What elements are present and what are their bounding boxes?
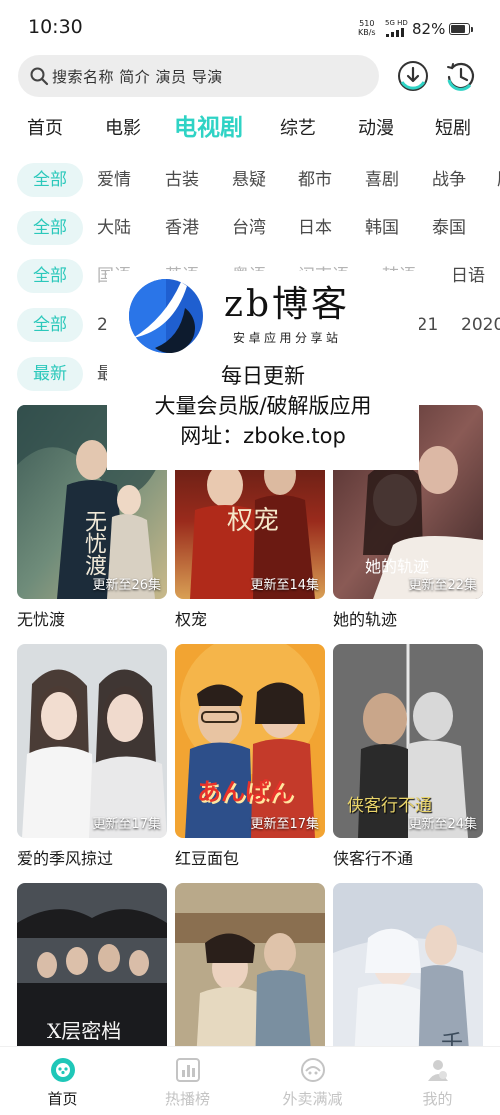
watermark-brand: zb博客 (224, 284, 351, 325)
search-placeholder: 搜索名称 简介 演员 导演 (52, 68, 223, 86)
tab-short-drama[interactable]: 短剧 (435, 114, 471, 140)
show-card[interactable]: 更新至17集 爱的季风掠过 (17, 644, 167, 869)
gamepad-icon (51, 1058, 75, 1082)
filter-chip[interactable]: 2020 (461, 308, 500, 342)
filter-chip[interactable]: 战争 (432, 163, 466, 197)
filter-chip[interactable]: 泰国 (432, 211, 466, 245)
filter-chip[interactable]: 爱情 (97, 163, 131, 197)
tab-home[interactable]: 首页 (27, 114, 63, 140)
poster-image: 更新至17集 (17, 644, 167, 838)
tab-anime[interactable]: 动漫 (358, 114, 394, 140)
battery-icon (449, 23, 470, 35)
nav-label: 首页 (47, 1090, 78, 1108)
status-time: 10:30 (28, 16, 83, 38)
search-input[interactable]: 搜索名称 简介 演员 导演 (18, 55, 379, 97)
show-title: 权宠 (175, 610, 208, 629)
show-title: 红豆面包 (175, 849, 240, 868)
episode-badge: 更新至17集 (250, 817, 319, 832)
episode-badge: 更新至17集 (92, 817, 161, 832)
watermark-line: 大量会员版/破解版应用 (154, 394, 372, 418)
history-icon[interactable] (444, 59, 478, 93)
episode-badge: 更新至14集 (250, 578, 319, 593)
tab-movies[interactable]: 电影 (105, 114, 141, 140)
watermark-line: 每日更新 (221, 364, 305, 388)
bar-chart-icon (176, 1058, 200, 1082)
filter-chip[interactable]: 日语 (451, 259, 485, 293)
filter-chip-all[interactable]: 全部 (17, 163, 83, 197)
nav-item-hot-list[interactable]: 热播榜 (125, 1047, 250, 1115)
bottom-navigation: 首页 热播榜 外卖满减 我的 (0, 1046, 500, 1115)
poster-title-art: あんぱん (197, 778, 293, 806)
zb-blog-logo-icon (129, 279, 203, 353)
filter-chip[interactable]: 悬疑 (232, 163, 266, 197)
network-speed: 510 KB/s (358, 19, 376, 37)
poster-title-art: 无忧渡 (81, 510, 106, 576)
status-bar: 10:30 510 KB/s 5G HD 82% (0, 0, 500, 56)
takeout-icon (301, 1058, 325, 1082)
filter-chip[interactable]: 大陆 (97, 211, 131, 245)
signal-icon (386, 28, 406, 37)
filter-chip[interactable]: 喜剧 (365, 163, 399, 197)
show-card[interactable]: 侠客行不通 更新至24集 侠客行不通 (333, 644, 483, 869)
tab-tv-series[interactable]: 电视剧 (174, 108, 243, 142)
poster-image: あんぱん 更新至17集 (175, 644, 325, 838)
profile-icon (428, 1060, 448, 1081)
show-title: 她的轨迹 (333, 610, 398, 629)
nav-label: 我的 (422, 1090, 453, 1108)
filter-chip[interactable]: 都市 (298, 163, 332, 197)
nav-item-profile[interactable]: 我的 (375, 1047, 500, 1115)
show-title: 无忧渡 (17, 610, 66, 629)
watermark-subtitle: 安卓应用分享站 (233, 331, 342, 345)
battery-percent: 82% (412, 20, 446, 38)
search-icon (30, 67, 49, 86)
watermark-url: 网址：zboke.top (180, 424, 346, 448)
main-category-tabs: 首页 电影 电视剧 综艺 动漫 短剧 (0, 106, 500, 146)
show-card[interactable]: あんぱん 更新至17集 红豆面包 (175, 644, 325, 869)
show-title: 爱的季风掠过 (17, 849, 114, 868)
filter-chip-all[interactable]: 全部 (17, 211, 83, 245)
episode-badge: 更新至22集 (408, 578, 477, 593)
filter-chip[interactable]: 韩国 (365, 211, 399, 245)
episode-badge: 更新至26集 (92, 578, 161, 593)
filter-chip[interactable]: 古装 (165, 163, 199, 197)
poster-title-art: X层密档 (47, 1019, 122, 1043)
filter-chip-all[interactable]: 全部 (17, 308, 83, 342)
nav-label: 外卖满减 (282, 1090, 343, 1108)
watermark-overlay: zb博客 安卓应用分享站 每日更新 大量会员版/破解版应用 网址：zboke.t… (107, 271, 419, 470)
nav-item-takeout[interactable]: 外卖满减 (250, 1047, 375, 1115)
nav-item-home[interactable]: 首页 (0, 1047, 125, 1115)
poster-image: 侠客行不通 更新至24集 (333, 644, 483, 838)
filter-chip-all[interactable]: 全部 (17, 259, 83, 293)
filter-chip-latest[interactable]: 最新 (17, 357, 83, 391)
filter-chip[interactable]: 日本 (298, 211, 332, 245)
filter-chip[interactable]: 香港 (165, 211, 199, 245)
filter-chip[interactable]: 台湾 (232, 211, 266, 245)
download-icon[interactable] (396, 59, 430, 93)
filter-row-region: 全部 大陆 香港 台湾 日本 韩国 泰国 (0, 211, 500, 247)
episode-badge: 更新至24集 (408, 817, 477, 832)
nav-label: 热播榜 (164, 1090, 210, 1108)
poster-title-art: 权宠 (227, 506, 280, 536)
tab-variety[interactable]: 综艺 (280, 114, 316, 140)
filter-row-genre: 全部 爱情 古装 悬疑 都市 喜剧 战争 历 (0, 163, 500, 199)
network-type: 5G HD (385, 19, 408, 27)
show-title: 侠客行不通 (333, 849, 414, 868)
